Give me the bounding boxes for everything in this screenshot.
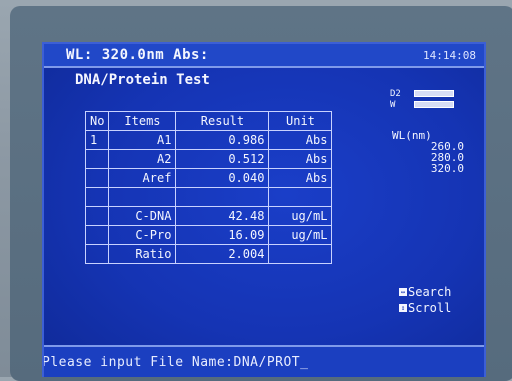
cell-result: 0.040 bbox=[175, 168, 270, 188]
cell-no bbox=[84, 168, 110, 188]
key-hints: ↔ Search ↕ Scroll bbox=[399, 284, 451, 316]
cell-no bbox=[84, 187, 110, 207]
cell-result: 42.48 bbox=[175, 206, 270, 226]
cell-no: 1 bbox=[84, 130, 110, 150]
cell-unit: ug/mL bbox=[268, 225, 333, 245]
cell-item: Aref bbox=[108, 168, 177, 188]
up-down-arrow-icon: ↕ bbox=[399, 304, 407, 312]
col-result: Result bbox=[175, 111, 270, 131]
clock: 14:14:08 bbox=[423, 49, 476, 62]
cell-item: A1 bbox=[108, 130, 177, 150]
scroll-hint[interactable]: ↕ Scroll bbox=[399, 300, 451, 316]
cell-result: 16.09 bbox=[175, 225, 270, 245]
left-right-arrow-icon: ↔ bbox=[399, 288, 407, 296]
page-title: DNA/Protein Test bbox=[75, 72, 210, 88]
wavelength-panel: WL(nm) 260.0 280.0 320.0 bbox=[392, 130, 464, 174]
wavelength-readout: WL: 320.0nm Abs: bbox=[66, 47, 209, 63]
cell-no bbox=[84, 206, 110, 226]
table-row[interactable]: 1 A1 0.986 Abs bbox=[84, 130, 333, 150]
cell-no bbox=[84, 225, 110, 245]
cell-item: Ratio bbox=[108, 244, 177, 264]
cell-result bbox=[175, 187, 270, 207]
scroll-hint-label: Scroll bbox=[408, 301, 452, 315]
cell-unit: Abs bbox=[268, 168, 333, 188]
lamp-status: D2 W bbox=[390, 88, 454, 110]
lamp-w: W bbox=[390, 99, 454, 110]
col-items: Items bbox=[108, 111, 177, 131]
cell-item bbox=[108, 187, 177, 207]
cell-unit: Abs bbox=[268, 149, 333, 169]
table-header: No Items Result Unit bbox=[84, 111, 333, 131]
status-bar: Please input File Name:DNA/PROT_ bbox=[44, 345, 484, 377]
cell-result: 2.004 bbox=[175, 244, 270, 264]
cell-item: C-Pro bbox=[108, 225, 177, 245]
lamp-d2: D2 bbox=[390, 88, 454, 99]
cell-unit bbox=[268, 187, 333, 207]
cell-no bbox=[84, 244, 110, 264]
cell-unit: ug/mL bbox=[268, 206, 333, 226]
cell-item: C-DNA bbox=[108, 206, 177, 226]
lamp-w-indicator bbox=[414, 101, 454, 108]
lcd-screen: WL: 320.0nm Abs: 14:14:08 DNA/Protein Te… bbox=[42, 42, 486, 377]
col-no: No bbox=[84, 111, 110, 131]
table-row[interactable]: Aref 0.040 Abs bbox=[84, 168, 333, 188]
cell-unit bbox=[268, 244, 333, 264]
cell-item: A2 bbox=[108, 149, 177, 169]
cell-result: 0.512 bbox=[175, 149, 270, 169]
results-table: No Items Result Unit 1 A1 0.986 Abs A2 0… bbox=[84, 111, 333, 264]
cell-unit: Abs bbox=[268, 130, 333, 150]
table-row[interactable]: C-Pro 16.09 ug/mL bbox=[84, 225, 333, 245]
lamp-w-label: W bbox=[390, 99, 396, 110]
lamp-d2-indicator bbox=[414, 90, 454, 97]
wavelength-value: 320.0 bbox=[430, 162, 464, 175]
lamp-d2-label: D2 bbox=[390, 88, 401, 99]
search-hint-label: Search bbox=[408, 285, 452, 299]
filename-prompt[interactable]: Please input File Name:DNA/PROT_ bbox=[44, 355, 308, 370]
cell-result: 0.986 bbox=[175, 130, 270, 150]
table-row[interactable]: C-DNA 42.48 ug/mL bbox=[84, 206, 333, 226]
table-row[interactable]: Ratio 2.004 bbox=[84, 244, 333, 264]
header-bar: WL: 320.0nm Abs: 14:14:08 bbox=[44, 44, 484, 68]
cell-no bbox=[84, 149, 110, 169]
search-hint[interactable]: ↔ Search bbox=[399, 284, 451, 300]
table-row[interactable]: A2 0.512 Abs bbox=[84, 149, 333, 169]
col-unit: Unit bbox=[268, 111, 333, 131]
table-row[interactable] bbox=[84, 187, 333, 207]
